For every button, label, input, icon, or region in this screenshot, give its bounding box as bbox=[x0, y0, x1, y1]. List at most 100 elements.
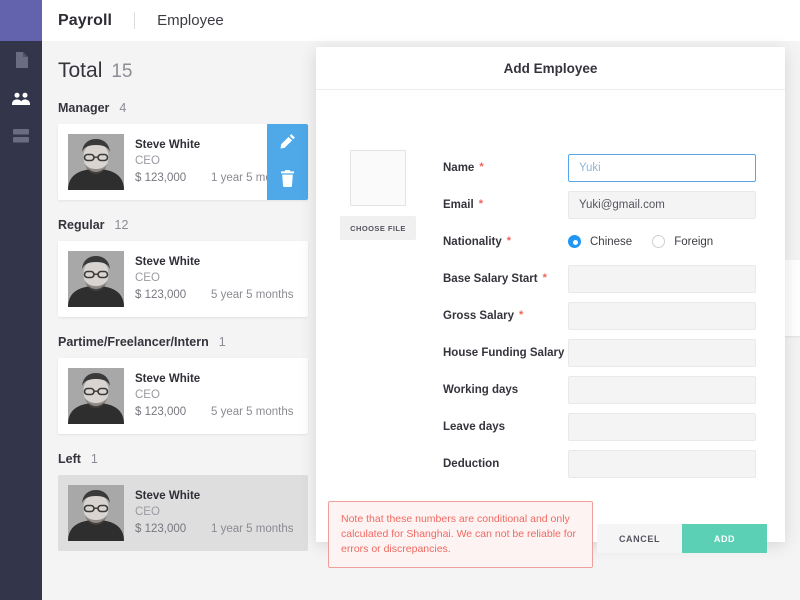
field-label: House Funding Salary bbox=[443, 347, 568, 359]
radio-option-label: Chinese bbox=[590, 235, 633, 248]
list-icon bbox=[13, 129, 29, 143]
field-label-text: Deduction bbox=[443, 457, 500, 470]
photo-upload-group: CHOOSE FILE bbox=[340, 150, 420, 240]
document-icon bbox=[15, 52, 28, 68]
group-name: Left bbox=[58, 452, 81, 466]
field-label-text: Nationality bbox=[443, 235, 502, 248]
avatar bbox=[68, 134, 124, 190]
total-label: Total bbox=[58, 59, 103, 82]
rail-item-2[interactable] bbox=[0, 117, 42, 155]
employee-name: Steve White bbox=[135, 256, 201, 268]
top-nav-employee[interactable]: Employee bbox=[157, 12, 224, 29]
leave-days-input[interactable] bbox=[568, 412, 756, 441]
field-label: Gross Salary * bbox=[443, 310, 568, 322]
house-funding-salary-input[interactable] bbox=[568, 338, 756, 367]
employee-card-body: Steve White CEO $ 123,000 5 year 5 months bbox=[135, 371, 308, 421]
form-row: House Funding Salary bbox=[443, 335, 763, 370]
app-logo[interactable] bbox=[0, 0, 42, 41]
modal-body: CHOOSE FILE Name * Email * Nationality * Chine… bbox=[316, 90, 785, 568]
group-count: 1 bbox=[90, 452, 98, 466]
required-asterisk-icon: * bbox=[478, 198, 483, 210]
employee-tenure: 5 year 5 months bbox=[211, 406, 294, 418]
form-row: Email * bbox=[443, 187, 763, 222]
note-text: Note that these numbers are conditional … bbox=[341, 513, 577, 555]
employee-role: CEO bbox=[135, 506, 160, 518]
form-row: Deduction bbox=[443, 446, 763, 481]
rail-icon-list bbox=[0, 41, 42, 155]
photo-preview-box[interactable] bbox=[350, 150, 406, 206]
trash-icon bbox=[280, 170, 295, 192]
employee-form: Name * Email * Nationality * Chinese Foreign Bas… bbox=[443, 150, 763, 483]
delete-button[interactable] bbox=[267, 162, 308, 200]
group-name: Partime/Freelancer/Intern bbox=[58, 335, 209, 349]
employee-salary: $ 123,000 bbox=[135, 406, 187, 418]
avatar bbox=[68, 485, 124, 541]
employee-card-body: Steve White CEO $ 123,000 1 year 5 months bbox=[135, 488, 308, 538]
gross-salary-input[interactable] bbox=[568, 301, 756, 330]
left-rail bbox=[0, 0, 42, 600]
field-label-text: House Funding Salary bbox=[443, 346, 565, 359]
group-name: Manager bbox=[58, 101, 110, 115]
radio-icon[interactable] bbox=[652, 235, 666, 248]
employee-group-list: Manager 4 Steve White CEO $ 123,000 1 year 5 … bbox=[58, 101, 326, 569]
employee-role: CEO bbox=[135, 389, 160, 401]
required-asterisk-icon: * bbox=[518, 309, 524, 321]
modal-title: Add Employee bbox=[503, 60, 598, 76]
form-row: Working days bbox=[443, 372, 763, 407]
field-label-text: Leave days bbox=[443, 420, 506, 433]
employee-card[interactable]: Steve White CEO $ 123,000 1 year 5 months bbox=[58, 124, 308, 200]
employee-card[interactable]: Steve White CEO $ 123,000 5 year 5 months bbox=[58, 241, 308, 317]
name-input[interactable] bbox=[568, 153, 756, 182]
form-row: Nationality * Chinese Foreign bbox=[443, 224, 763, 259]
avatar bbox=[68, 251, 124, 307]
modal-header: Add Employee bbox=[316, 47, 785, 90]
employee-tenure: 5 year 5 months bbox=[211, 289, 294, 301]
radio-option-chinese[interactable]: Chinese bbox=[568, 235, 632, 248]
employee-tenure: 1 year 5 months bbox=[211, 523, 294, 535]
top-bar: Payroll Employee bbox=[42, 0, 800, 41]
field-label-text: Base Salary Start bbox=[443, 272, 538, 285]
choose-file-button[interactable]: CHOOSE FILE bbox=[340, 216, 416, 240]
email-input[interactable] bbox=[568, 190, 756, 219]
employee-card[interactable]: Steve White CEO $ 123,000 1 year 5 months bbox=[58, 475, 308, 551]
edit-button[interactable] bbox=[267, 124, 308, 162]
add-button[interactable]: ADD bbox=[682, 524, 767, 553]
employee-card-body: Steve White CEO $ 123,000 5 year 5 months bbox=[135, 254, 308, 304]
field-label-text: Name bbox=[443, 161, 475, 174]
add-employee-modal: Add Employee CHOOSE FILE Name*Email*Nati… bbox=[316, 47, 785, 568]
total-count: 15 bbox=[111, 61, 133, 82]
employee-name: Steve White bbox=[135, 490, 201, 502]
employee-role: CEO bbox=[135, 272, 160, 284]
employee-salary: $ 123,000 bbox=[135, 289, 187, 301]
radio-option-label: Foreign bbox=[674, 235, 714, 248]
employee-name: Steve White bbox=[135, 373, 201, 385]
employee-salary: $ 123,000 bbox=[135, 172, 187, 184]
pencil-icon bbox=[280, 133, 296, 154]
conditional-numbers-note: Note that these numbers are conditional … bbox=[328, 501, 593, 568]
avatar bbox=[68, 368, 124, 424]
required-asterisk-icon: * bbox=[542, 272, 547, 284]
rail-item-1[interactable] bbox=[0, 79, 42, 117]
required-asterisk-icon: * bbox=[479, 161, 484, 173]
group-name: Regular bbox=[58, 218, 105, 232]
group-header: Partime/Freelancer/Intern 1 bbox=[58, 335, 326, 349]
working-days-input[interactable] bbox=[568, 375, 756, 404]
field-label: Working days bbox=[443, 384, 568, 396]
radio-option-foreign[interactable]: Foreign bbox=[652, 235, 713, 248]
field-label-text: Working days bbox=[443, 383, 519, 396]
topbar-divider bbox=[134, 12, 136, 29]
form-row: Gross Salary * bbox=[443, 298, 763, 333]
field-label: Base Salary Start * bbox=[443, 273, 568, 285]
cancel-button[interactable]: CANCEL bbox=[597, 524, 682, 553]
field-label: Email * bbox=[443, 199, 568, 211]
deduction-input[interactable] bbox=[568, 449, 756, 478]
employee-card[interactable]: Steve White CEO $ 123,000 5 year 5 months bbox=[58, 358, 308, 434]
rail-item-0[interactable] bbox=[0, 41, 42, 79]
field-label: Leave days bbox=[443, 421, 568, 433]
people-icon bbox=[12, 92, 30, 105]
required-asterisk-icon: * bbox=[506, 235, 512, 247]
field-label: Deduction bbox=[443, 458, 568, 470]
app-brand-title: Payroll bbox=[58, 11, 113, 29]
base-salary-start-input[interactable] bbox=[568, 264, 756, 293]
radio-icon[interactable] bbox=[568, 235, 581, 248]
